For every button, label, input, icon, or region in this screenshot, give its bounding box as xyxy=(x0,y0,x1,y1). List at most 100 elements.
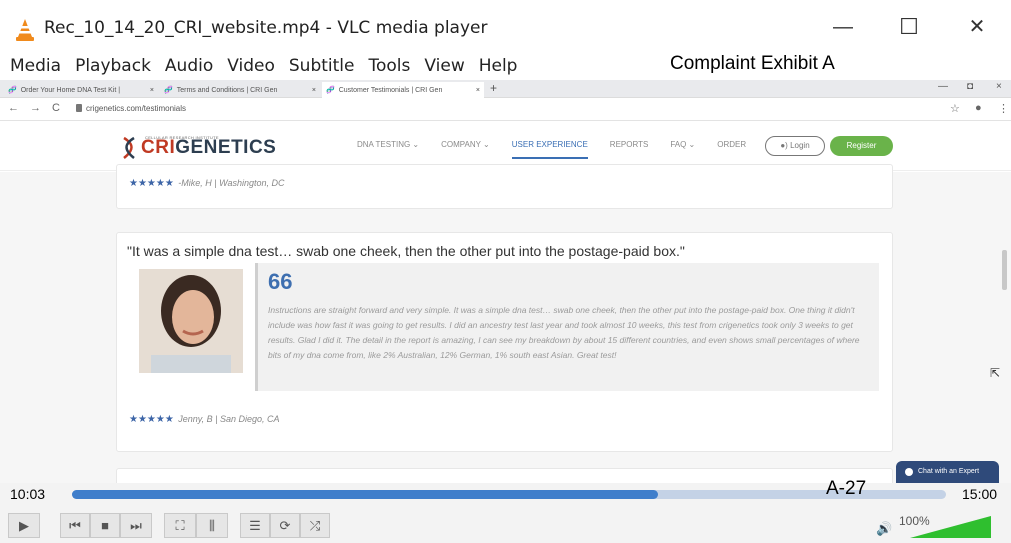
next-button[interactable]: ⏭ xyxy=(120,513,152,538)
close-button[interactable]: ✕ xyxy=(962,12,992,42)
tab-close-icon[interactable]: × xyxy=(312,87,316,94)
testimonial-quote-box: 66 Instructions are straight forward and… xyxy=(255,263,879,391)
seek-bar[interactable] xyxy=(72,490,946,499)
exhibit-page-id: A-27 xyxy=(826,478,867,499)
exhibit-label: Complaint Exhibit A xyxy=(670,53,835,74)
elapsed-time: 10:03 xyxy=(10,486,46,502)
menu-bar: Media Playback Audio Video Subtitle Tool… xyxy=(10,56,517,80)
video-frame[interactable]: 🧬 Order Your Home DNA Test Kit | × 🧬 Ter… xyxy=(0,80,1011,483)
reviewer-photo xyxy=(139,269,243,373)
play-button[interactable]: ▶ xyxy=(8,513,40,538)
tab-label: Order Your Home DNA Test Kit | xyxy=(20,86,121,94)
chat-label: Chat with an Expert xyxy=(918,468,980,475)
rating-stars: ★★★★★ xyxy=(129,414,174,425)
loop-button[interactable]: ⟳ xyxy=(270,513,300,538)
tab-favicon-icon: 🧬 xyxy=(326,87,335,94)
testimonial-author: -Mike, H | Washington, DC xyxy=(178,178,285,188)
url-field[interactable]: crigenetics.com/testimonials xyxy=(86,104,186,113)
logo-subtitle: CELLULAR RESEARCH INSTITUTE xyxy=(145,135,219,140)
playlist-icon: ☰ xyxy=(249,517,261,533)
play-icon: ▶ xyxy=(19,517,29,533)
menu-playback[interactable]: Playback xyxy=(75,56,151,80)
menu-tools[interactable]: Tools xyxy=(368,56,410,80)
page-scrollbar[interactable] xyxy=(1002,250,1007,290)
login-button[interactable]: ●) Login xyxy=(765,136,825,156)
bookmark-star-icon[interactable]: ☆ xyxy=(950,102,960,115)
window-title: Rec_10_14_20_CRI_website.mp4 - VLC media… xyxy=(44,18,488,38)
logo-genetics-text: GENETICS xyxy=(175,137,277,158)
register-button[interactable]: Register xyxy=(830,136,893,156)
menu-video[interactable]: Video xyxy=(227,56,275,80)
new-tab-button[interactable]: + xyxy=(490,81,497,95)
quote-mark-icon: 66 xyxy=(268,269,293,294)
nav-faq[interactable]: FAQ ⌄ xyxy=(670,140,695,159)
equalizer-icon: ⫼ xyxy=(209,517,215,533)
mouse-cursor-icon: ⇱ xyxy=(990,366,1001,380)
fullscreen-button[interactable]: ⛶ xyxy=(164,513,196,538)
extended-settings-button[interactable]: ⫼ xyxy=(196,513,228,538)
vlc-cone-icon xyxy=(16,19,34,41)
logo-cri-text: CRI xyxy=(141,137,176,158)
title-bar: Rec_10_14_20_CRI_website.mp4 - VLC media… xyxy=(0,0,1011,56)
shuffle-icon: ⤮ xyxy=(309,517,321,533)
browser-close-icon[interactable]: × xyxy=(996,81,1002,92)
previous-button[interactable]: ⏮ xyxy=(60,513,90,538)
browser-menu-icon[interactable]: ⋮ xyxy=(998,102,1009,115)
tab-close-icon[interactable]: × xyxy=(476,87,480,94)
testimonial-card: "It was a simple dna test… swab one chee… xyxy=(116,232,893,452)
back-icon[interactable]: ← xyxy=(8,102,19,114)
testimonial-author: Jenny, B | San Diego, CA xyxy=(178,414,280,424)
nav-reports[interactable]: REPORTS xyxy=(610,140,649,159)
stop-button[interactable]: ■ xyxy=(90,513,120,538)
address-bar: ← → C crigenetics.com/testimonials ☆ ● ⋮ xyxy=(0,99,1011,121)
testimonial-card: ★★★★★ -Mike, H | Washington, DC xyxy=(116,164,893,209)
nav-company[interactable]: COMPANY ⌄ xyxy=(441,140,490,159)
maximize-button[interactable]: ☐ xyxy=(894,12,924,42)
tab-close-icon[interactable]: × xyxy=(150,87,154,94)
playlist-button[interactable]: ☰ xyxy=(240,513,270,538)
site-nav: DNA TESTING ⌄ COMPANY ⌄ USER EXPERIENCE … xyxy=(357,140,746,159)
seek-bar-progress xyxy=(72,490,658,499)
stop-icon: ■ xyxy=(101,518,109,533)
next-icon: ⏭ xyxy=(130,517,142,533)
menu-help[interactable]: Help xyxy=(479,56,518,80)
testimonials-area: ★★★★★ -Mike, H | Washington, DC "It was … xyxy=(0,164,1011,483)
volume-percent: 100% xyxy=(899,514,930,528)
menu-media[interactable]: Media xyxy=(10,56,61,80)
browser-tab-bar: 🧬 Order Your Home DNA Test Kit | × 🧬 Ter… xyxy=(0,80,1011,98)
rating-stars: ★★★★★ xyxy=(129,178,174,189)
nav-order[interactable]: ORDER xyxy=(717,140,746,159)
browser-tab[interactable]: 🧬 Order Your Home DNA Test Kit | × xyxy=(4,82,158,98)
forward-icon[interactable]: → xyxy=(30,102,41,114)
nav-dna-testing[interactable]: DNA TESTING ⌄ xyxy=(357,140,419,159)
dna-helix-icon xyxy=(123,136,135,159)
browser-minimize-icon[interactable]: — xyxy=(938,81,948,92)
tab-favicon-icon: 🧬 xyxy=(164,87,173,94)
tab-favicon-icon: 🧬 xyxy=(8,87,17,94)
player-controls: 10:03 A-27 15:00 ▶ ⏮ ■ ⏭ ⛶ ⫼ ☰ ⟳ ⤮ 🔊 100… xyxy=(0,478,1011,543)
total-time: 15:00 xyxy=(962,486,998,502)
minimize-button[interactable]: — xyxy=(828,12,858,42)
testimonial-card xyxy=(116,468,893,483)
fullscreen-icon: ⛶ xyxy=(175,517,185,533)
tab-label: Terms and Conditions | CRI Gen xyxy=(176,86,278,94)
reload-icon[interactable]: C xyxy=(52,102,60,114)
previous-icon: ⏮ xyxy=(69,517,81,533)
profile-icon[interactable]: ● xyxy=(975,102,982,114)
testimonial-headline: "It was a simple dna test… swab one chee… xyxy=(127,243,685,259)
shuffle-button[interactable]: ⤮ xyxy=(300,513,330,538)
testimonial-body: Instructions are straight forward and ve… xyxy=(268,305,860,360)
menu-audio[interactable]: Audio xyxy=(165,56,213,80)
nav-user-experience[interactable]: USER EXPERIENCE xyxy=(511,140,588,159)
chat-with-expert-button[interactable]: Chat with an Expert xyxy=(896,461,999,483)
speaker-icon[interactable]: 🔊 xyxy=(876,521,892,537)
lock-icon xyxy=(76,104,82,112)
browser-restore-icon[interactable]: ◘ xyxy=(967,81,973,92)
browser-tab-active[interactable]: 🧬 Customer Testimonials | CRI Gen × xyxy=(322,82,484,98)
chat-bubble-icon xyxy=(905,468,913,476)
menu-subtitle[interactable]: Subtitle xyxy=(289,56,355,80)
loop-icon: ⟳ xyxy=(279,517,291,533)
menu-view[interactable]: View xyxy=(424,56,464,80)
browser-tab[interactable]: 🧬 Terms and Conditions | CRI Gen × xyxy=(160,82,320,98)
tab-label: Customer Testimonials | CRI Gen xyxy=(338,86,443,94)
